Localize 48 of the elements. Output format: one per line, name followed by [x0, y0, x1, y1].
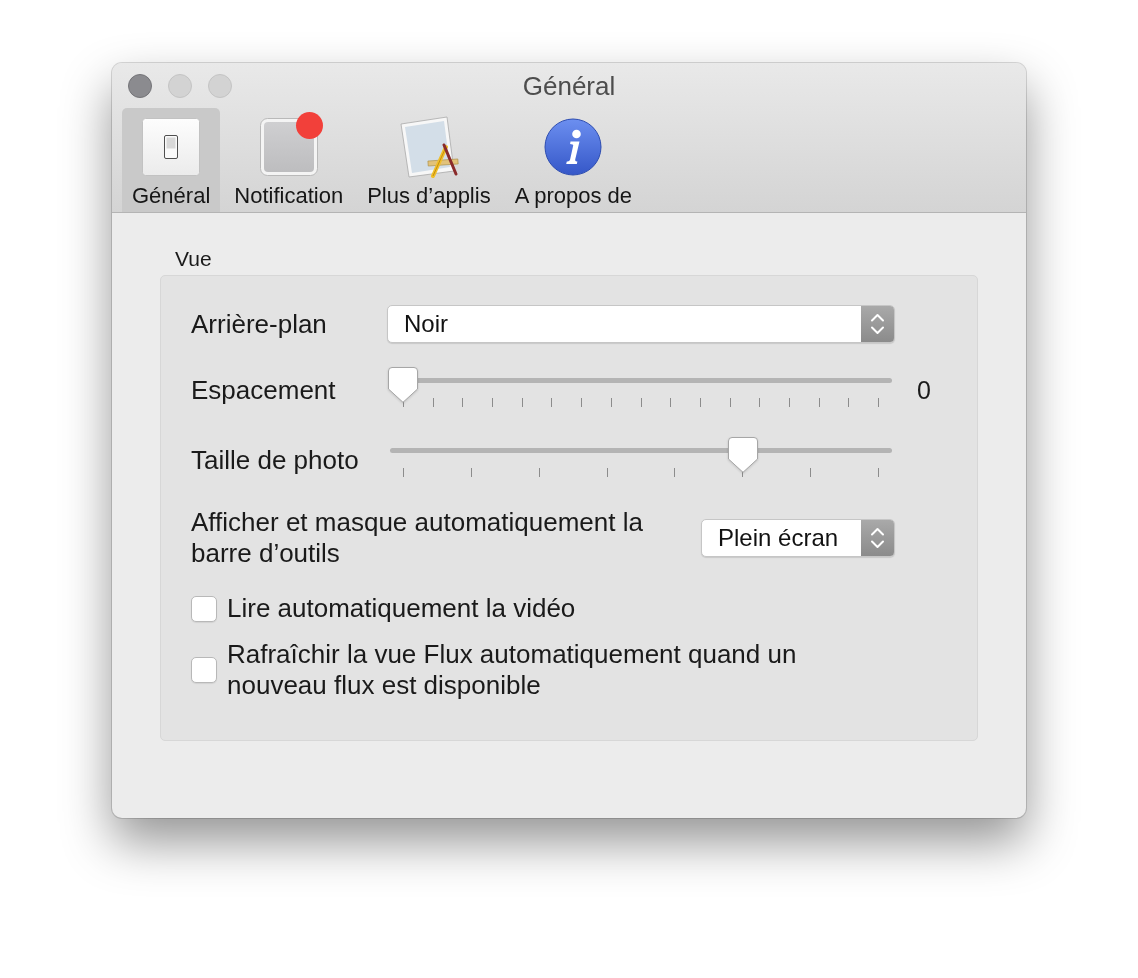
setting-label: Arrière-plan [191, 308, 328, 340]
tick-mark [538, 468, 540, 477]
tick-mark [581, 398, 583, 407]
tick-mark [610, 398, 612, 407]
slider-thumb[interactable] [388, 367, 418, 403]
tick-mark [670, 398, 672, 407]
toolbar-tab[interactable]: Plus d’applis [357, 108, 501, 212]
tick-mark [878, 398, 879, 407]
toolbar-tab[interactable]: Notification [224, 108, 354, 212]
checkbox-label: Rafraîchir la vue Flux automatiquement quand un nouveau flux est disponible [227, 639, 798, 701]
stepper-arrows-icon [861, 520, 894, 556]
setting-label: Afficher et masque automatiquement la barre d’outils [191, 507, 644, 569]
tick-mark [788, 398, 790, 407]
tick-mark [403, 468, 404, 477]
tick-mark [810, 468, 812, 477]
tick-mark [640, 398, 642, 407]
paper-and-pencil-icon [397, 116, 460, 178]
tick-mark [848, 398, 850, 407]
setting-label: Taille de photo [191, 444, 360, 476]
popup-button[interactable]: Noir [387, 305, 895, 343]
tick-mark [470, 468, 472, 477]
tick-mark [462, 398, 464, 407]
toolbar-tab[interactable]: A propos de [504, 108, 643, 212]
tick-mark [521, 398, 523, 407]
tick-mark [699, 398, 701, 407]
stepper-arrows-icon [861, 306, 894, 342]
close-button[interactable] [128, 73, 152, 98]
popup-button[interactable]: Plein écran [701, 519, 895, 557]
tick-mark [759, 398, 761, 407]
window-title: Général [522, 70, 616, 101]
tick-mark [432, 398, 434, 407]
info-icon [544, 118, 603, 176]
tick-mark [551, 398, 553, 407]
checkbox[interactable] [191, 595, 217, 622]
tick-mark [877, 468, 879, 477]
toolbar-tab[interactable]: Général [122, 108, 221, 212]
checkbox[interactable] [191, 657, 217, 683]
light-switch-icon [142, 118, 201, 176]
group-title: Vue [174, 248, 213, 270]
setting-label: Espacement [191, 374, 337, 406]
tick-mark [492, 398, 494, 407]
tick-mark [606, 468, 608, 477]
slider-thumb[interactable] [727, 437, 758, 473]
tick-mark [729, 398, 731, 407]
slider-value: 0 [917, 375, 931, 404]
tick-mark [674, 468, 676, 477]
checkbox-label: Lire automatiquement la vidéo [227, 593, 576, 624]
tick-mark [818, 398, 820, 407]
